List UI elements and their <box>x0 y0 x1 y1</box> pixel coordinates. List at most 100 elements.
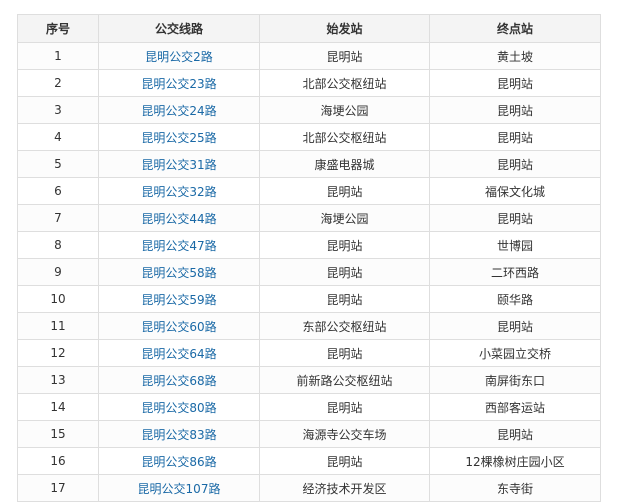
route-cell: 昆明公交58路 <box>98 258 260 286</box>
end-station: 南屏街东口 <box>429 366 601 394</box>
route-cell: 昆明公交107路 <box>98 474 260 502</box>
route-link[interactable]: 昆明公交107路 <box>138 482 221 496</box>
route-link[interactable]: 昆明公交44路 <box>141 212 216 226</box>
table-row: 1 昆明公交2路 昆明站 黄土坡 <box>17 42 601 70</box>
table-row: 5 昆明公交31路 康盛电器城 昆明站 <box>17 150 601 178</box>
header-start-station: 始发站 <box>259 14 430 43</box>
table-row: 9 昆明公交58路 昆明站 二环西路 <box>17 258 601 286</box>
end-station: 昆明站 <box>429 312 601 340</box>
route-link[interactable]: 昆明公交47路 <box>141 239 216 253</box>
start-station: 昆明站 <box>259 177 430 205</box>
table-row: 12 昆明公交64路 昆明站 小菜园立交桥 <box>17 339 601 367</box>
table-row: 13 昆明公交68路 前新路公交枢纽站 南屏街东口 <box>17 366 601 394</box>
route-cell: 昆明公交68路 <box>98 366 260 394</box>
row-index: 10 <box>17 285 99 313</box>
table-body: 1 昆明公交2路 昆明站 黄土坡 2 昆明公交23路 北部公交枢纽站 昆明站 3 昆明公交24路海… <box>17 42 601 502</box>
header-route: 公交线路 <box>98 14 260 43</box>
row-index: 15 <box>17 420 99 448</box>
route-cell: 昆明公交44路 <box>98 204 260 232</box>
table-row: 6 昆明公交32路 昆明站 福保文化城 <box>17 177 601 205</box>
bus-route-table: 序号 公交线路 始发站 终点站 1 昆明公交2路 昆明站 黄土坡 2 昆明公交23路 北部公… <box>17 14 601 502</box>
page: 序号 公交线路 始发站 终点站 1 昆明公交2路 昆明站 黄土坡 2 昆明公交23路 北部公… <box>0 0 619 502</box>
row-index: 5 <box>17 150 99 178</box>
route-link[interactable]: 昆明公交24路 <box>141 104 216 118</box>
route-cell: 昆明公交83路 <box>98 420 260 448</box>
table-row: 14 昆明公交80路 昆明站 西部客运站 <box>17 393 601 421</box>
start-station: 昆明站 <box>259 339 430 367</box>
route-link[interactable]: 昆明公交60路 <box>141 320 216 334</box>
route-cell: 昆明公交2路 <box>98 42 260 70</box>
route-cell: 昆明公交32路 <box>98 177 260 205</box>
route-cell: 昆明公交25路 <box>98 123 260 151</box>
header-index: 序号 <box>17 14 99 43</box>
route-link[interactable]: 昆明公交23路 <box>141 77 216 91</box>
row-index: 13 <box>17 366 99 394</box>
start-station: 昆明站 <box>259 447 430 475</box>
row-index: 6 <box>17 177 99 205</box>
row-index: 9 <box>17 258 99 286</box>
start-station: 经济技术开发区 <box>259 474 430 502</box>
header-row: 序号 公交线路 始发站 终点站 <box>17 14 601 43</box>
start-station: 海埂公园 <box>259 96 430 124</box>
table-row: 7 昆明公交44路 海埂公园 昆明站 <box>17 204 601 232</box>
start-station: 海埂公园 <box>259 204 430 232</box>
end-station: 二环西路 <box>429 258 601 286</box>
end-station: 颐华路 <box>429 285 601 313</box>
start-station: 北部公交枢纽站 <box>259 123 430 151</box>
row-index: 2 <box>17 69 99 97</box>
route-cell: 昆明公交80路 <box>98 393 260 421</box>
start-station: 昆明站 <box>259 285 430 313</box>
table-row: 4 昆明公交25路 北部公交枢纽站 昆明站 <box>17 123 601 151</box>
start-station: 前新路公交枢纽站 <box>259 366 430 394</box>
route-link[interactable]: 昆明公交64路 <box>141 347 216 361</box>
route-link[interactable]: 昆明公交32路 <box>141 185 216 199</box>
route-cell: 昆明公交24路 <box>98 96 260 124</box>
table-row: 11 昆明公交60路 东部公交枢纽站 昆明站 <box>17 312 601 340</box>
start-station: 康盛电器城 <box>259 150 430 178</box>
row-index: 3 <box>17 96 99 124</box>
table-row: 16 昆明公交86路 昆明站 12棵橡树庄园小区 <box>17 447 601 475</box>
route-cell: 昆明公交47路 <box>98 231 260 259</box>
end-station: 昆明站 <box>429 420 601 448</box>
route-link[interactable]: 昆明公交31路 <box>141 158 216 172</box>
table-row: 10 昆明公交59路 昆明站 颐华路 <box>17 285 601 313</box>
end-station: 昆明站 <box>429 123 601 151</box>
route-link[interactable]: 昆明公交86路 <box>141 455 216 469</box>
start-station: 海源寺公交车场 <box>259 420 430 448</box>
route-link[interactable]: 昆明公交2路 <box>145 50 213 64</box>
start-station: 东部公交枢纽站 <box>259 312 430 340</box>
row-index: 14 <box>17 393 99 421</box>
route-link[interactable]: 昆明公交68路 <box>141 374 216 388</box>
route-cell: 昆明公交31路 <box>98 150 260 178</box>
route-cell: 昆明公交23路 <box>98 69 260 97</box>
route-link[interactable]: 昆明公交80路 <box>141 401 216 415</box>
route-cell: 昆明公交60路 <box>98 312 260 340</box>
table-row: 8 昆明公交47路 昆明站 世博园 <box>17 231 601 259</box>
end-station: 12棵橡树庄园小区 <box>429 447 601 475</box>
start-station: 昆明站 <box>259 42 430 70</box>
row-index: 16 <box>17 447 99 475</box>
route-link[interactable]: 昆明公交58路 <box>141 266 216 280</box>
row-index: 1 <box>17 42 99 70</box>
row-index: 7 <box>17 204 99 232</box>
start-station: 昆明站 <box>259 231 430 259</box>
end-station: 昆明站 <box>429 69 601 97</box>
end-station: 昆明站 <box>429 204 601 232</box>
row-index: 12 <box>17 339 99 367</box>
end-station: 世博园 <box>429 231 601 259</box>
route-link[interactable]: 昆明公交83路 <box>141 428 216 442</box>
start-station: 昆明站 <box>259 258 430 286</box>
header-end-station: 终点站 <box>429 14 601 43</box>
end-station: 昆明站 <box>429 96 601 124</box>
table-header: 序号 公交线路 始发站 终点站 <box>17 14 601 43</box>
route-link[interactable]: 昆明公交59路 <box>141 293 216 307</box>
end-station: 昆明站 <box>429 150 601 178</box>
end-station: 小菜园立交桥 <box>429 339 601 367</box>
end-station: 福保文化城 <box>429 177 601 205</box>
table-row: 15 昆明公交83路 海源寺公交车场 昆明站 <box>17 420 601 448</box>
row-index: 17 <box>17 474 99 502</box>
end-station: 东寺街 <box>429 474 601 502</box>
start-station: 北部公交枢纽站 <box>259 69 430 97</box>
route-link[interactable]: 昆明公交25路 <box>141 131 216 145</box>
route-cell: 昆明公交86路 <box>98 447 260 475</box>
